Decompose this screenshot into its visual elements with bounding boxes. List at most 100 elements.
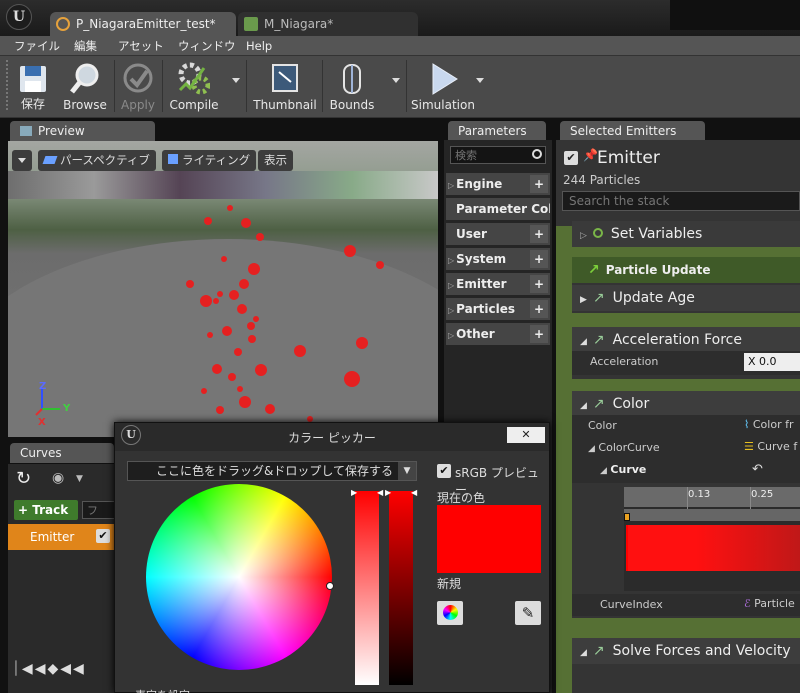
refresh-icon[interactable]: ↻: [16, 468, 31, 489]
param-category-label: Engine: [456, 177, 503, 191]
color-module[interactable]: ◢ ↗ Color: [572, 391, 800, 417]
add-parameter-button[interactable]: +: [530, 325, 548, 343]
slider-handle-icon[interactable]: ◀: [377, 488, 383, 497]
slider-handle-icon[interactable]: ▶: [351, 488, 357, 497]
tab-curves[interactable]: Curves: [10, 443, 114, 463]
curve-timeline: [624, 487, 800, 507]
curves-filter-input[interactable]: [82, 501, 116, 519]
parameters-search-input[interactable]: [450, 146, 546, 164]
tab-curves-label: Curves: [20, 446, 62, 460]
tab-material[interactable]: M_Niagara*: [238, 12, 418, 36]
menu-edit[interactable]: 編集: [74, 36, 97, 56]
color-value[interactable]: ⌇ Color fr: [744, 418, 794, 431]
eye-icon[interactable]: ◉: [52, 470, 64, 486]
playback-controls[interactable]: ⏐◀◀◆◀◀: [8, 654, 118, 684]
add-parameter-button[interactable]: +: [530, 225, 548, 243]
viewport-options-button[interactable]: [12, 150, 32, 171]
acceleration-x-input[interactable]: X 0.0: [744, 353, 800, 371]
menu-help[interactable]: Help: [246, 36, 272, 56]
color-wheel[interactable]: [146, 484, 332, 670]
set-variables-module[interactable]: ▷ Set Variables: [572, 221, 800, 247]
srgb-preview-checkbox[interactable]: ✔: [437, 464, 451, 478]
collapse-arrow-icon: ◢: [580, 337, 587, 347]
menu-bar: ファイル 編集 アセット ウィンドウ Help: [0, 36, 800, 56]
plus-icon: +: [18, 503, 29, 517]
slider-handle-icon[interactable]: ◀: [411, 488, 417, 497]
module-label: Color: [612, 396, 650, 412]
param-category-engine[interactable]: ▷ Engine +: [446, 173, 550, 195]
stack-search-input[interactable]: [562, 191, 800, 211]
curve-index-value[interactable]: ℰ Particle: [744, 597, 795, 610]
add-track-button[interactable]: + Track ▼: [14, 500, 78, 536]
pin-icon[interactable]: 📌: [583, 148, 598, 162]
tick-label: 0.13: [688, 489, 711, 500]
preview-viewport[interactable]: パースペクティブ ライティング 表示 Z Y X: [8, 141, 438, 437]
curves-panel: ↻ ◉ ▼ + Track ▼ Emitter ✔ ⏐◀◀◆◀◀: [8, 464, 118, 693]
lighting-button[interactable]: ライティング: [162, 150, 257, 171]
add-parameter-button[interactable]: +: [530, 275, 548, 293]
expand-arrow-icon: ▷: [448, 281, 455, 290]
param-category-emitter[interactable]: ▷ Emitter +: [446, 273, 550, 295]
expand-arrow-icon: ▷: [448, 306, 455, 315]
simulation-dropdown-icon[interactable]: [476, 78, 484, 83]
viewport-tab-icon: [20, 126, 32, 136]
param-category-collection[interactable]: Parameter Collec: [446, 198, 550, 220]
update-age-module[interactable]: ▶ ↗ Update Age: [572, 285, 800, 311]
show-button[interactable]: 表示: [258, 150, 293, 171]
curve-edit-icon[interactable]: ↶: [752, 462, 763, 477]
saturation-slider[interactable]: [355, 491, 379, 685]
curve-key-handle[interactable]: [624, 513, 630, 521]
axis-y-label: Y: [63, 403, 71, 414]
add-parameter-button[interactable]: +: [530, 175, 548, 193]
curve-icon: ⌇: [744, 418, 750, 431]
menu-file[interactable]: ファイル: [14, 36, 60, 56]
thumbnail-label: Thumbnail: [253, 98, 317, 112]
toolbar-divider: [162, 60, 163, 112]
close-button[interactable]: ✕: [507, 427, 545, 443]
menu-asset[interactable]: アセット: [118, 36, 164, 56]
curve-preview[interactable]: 0.13 0.25: [624, 487, 800, 591]
param-category-user[interactable]: User +: [446, 223, 550, 245]
param-category-particles[interactable]: ▷ Particles +: [446, 298, 550, 320]
color-themes-button[interactable]: [437, 601, 463, 625]
track-label: Track: [32, 503, 69, 517]
collapse-arrow-icon: ▷: [580, 231, 587, 241]
add-parameter-button[interactable]: +: [530, 300, 548, 318]
color-wheel-selector[interactable]: [326, 582, 334, 590]
param-category-label: Parameter Collec: [456, 202, 550, 216]
unreal-logo-icon[interactable]: U: [6, 4, 32, 30]
acceleration-force-module[interactable]: ◢ ↗ Acceleration Force: [572, 327, 800, 353]
tab-selected-emitters[interactable]: Selected Emitters: [560, 121, 705, 141]
color-swatch-dropdown[interactable]: ここに色をドラッグ&ドロップして保存する ▼: [127, 461, 417, 481]
thumbnail-button[interactable]: Thumbnail: [252, 56, 318, 116]
tab-niagara-emitter[interactable]: P_NiagaraEmitter_test*: [50, 12, 236, 36]
particle-update-group[interactable]: ↗ Particle Update: [572, 257, 800, 283]
simulation-button[interactable]: Simulation: [410, 56, 476, 116]
browse-button[interactable]: Browse: [60, 56, 110, 116]
tab-preview[interactable]: Preview: [10, 121, 155, 141]
perspective-button[interactable]: パースペクティブ: [38, 150, 156, 171]
track-name: Emitter: [30, 530, 75, 544]
add-parameter-button[interactable]: +: [530, 250, 548, 268]
bounds-button[interactable]: Bounds: [326, 56, 378, 116]
parameters-search-field[interactable]: [451, 147, 529, 163]
menu-window[interactable]: ウィンドウ: [178, 36, 236, 56]
color-curve-value[interactable]: ☰ Curve f: [744, 440, 797, 453]
param-category-system[interactable]: ▷ System +: [446, 248, 550, 270]
apply-button[interactable]: Apply: [116, 56, 160, 116]
track-enabled-checkbox[interactable]: ✔: [96, 529, 110, 543]
save-button[interactable]: 保存: [10, 56, 56, 116]
tab-parameters[interactable]: Parameters: [448, 121, 546, 141]
chevron-down-icon[interactable]: ▼: [76, 474, 83, 484]
compile-button[interactable]: Compile: [166, 56, 222, 116]
module-icon: ↗: [592, 396, 605, 412]
param-category-other[interactable]: ▷ Other +: [446, 323, 550, 345]
eyedropper-button[interactable]: ✎: [515, 601, 541, 625]
compile-dropdown-icon[interactable]: [232, 78, 240, 83]
solve-forces-module[interactable]: ◢ ↗ Solve Forces and Velocity: [572, 638, 800, 664]
value-slider[interactable]: [389, 491, 413, 685]
search-icon: [532, 149, 542, 159]
bounds-dropdown-icon[interactable]: [392, 78, 400, 83]
slider-handle-icon[interactable]: ▶: [385, 488, 391, 497]
emitter-enabled-checkbox[interactable]: ✔: [564, 151, 578, 165]
